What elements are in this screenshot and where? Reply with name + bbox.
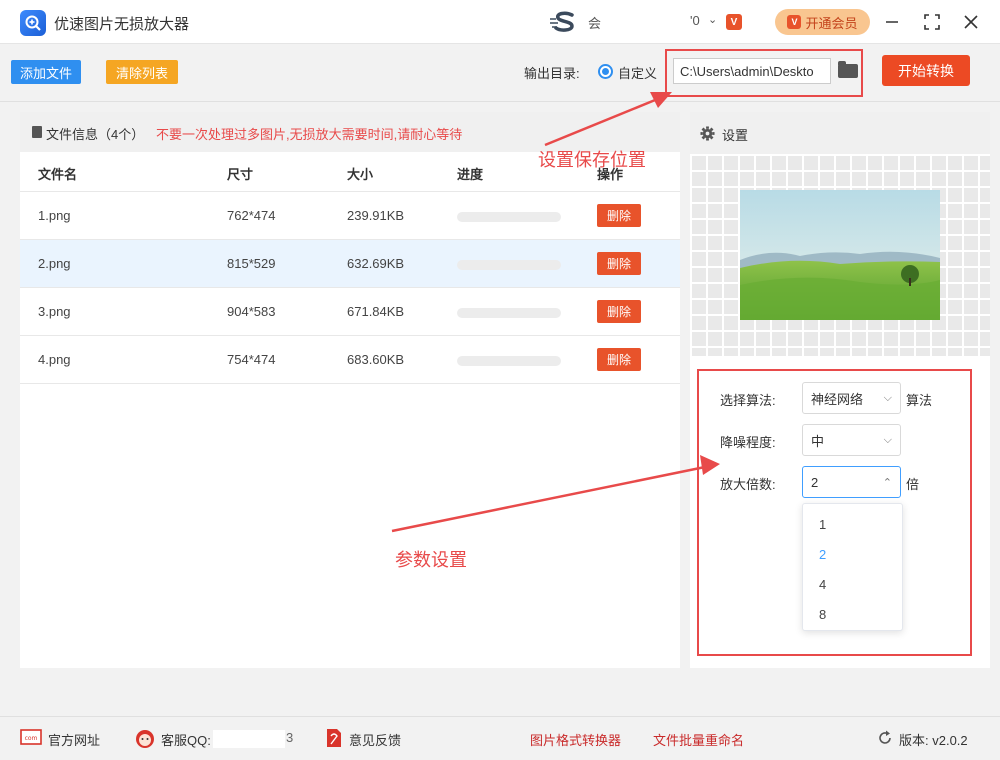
delete-button[interactable]: 删除 (597, 252, 641, 275)
file-size: 632.69KB (347, 256, 405, 271)
vip-label: 开通会员 (805, 15, 858, 31)
svg-text:com: com (25, 735, 38, 742)
algorithm-suffix: 算法 (906, 393, 933, 408)
member-status: 会 (588, 16, 602, 31)
chevron-down-icon: ⌵ (883, 433, 892, 446)
gear-icon (700, 126, 715, 141)
version-label: 版本: v2.0.2 (899, 733, 968, 748)
file-dimensions: 904*583 (227, 304, 276, 319)
col-filename: 文件名 (38, 167, 78, 182)
file-dimensions: 815*529 (227, 256, 276, 271)
app-logo-icon (20, 10, 46, 36)
params-highlight-box: 选择算法: 神经网络 ⌵ 算法 降噪程度: 中 ⌵ 放大倍数: 2 ⌃ 倍 1 … (697, 369, 972, 656)
close-icon[interactable] (959, 10, 983, 34)
minimize-icon[interactable] (880, 10, 904, 34)
delete-button[interactable]: 删除 (597, 204, 641, 227)
feedback-icon (327, 729, 341, 747)
file-name: 3.png (38, 304, 71, 319)
col-dimensions: 尺寸 (227, 167, 254, 182)
qq-redacted (213, 730, 285, 748)
file-info-warning: 不要一次处理过多图片,无损放大需要时间,请耐心等待 (156, 127, 463, 142)
app-title: 优速图片无损放大器 (54, 16, 190, 33)
settings-header: 设置 (690, 112, 990, 154)
vip-badge-icon: V (726, 14, 742, 30)
save-location-annotation: 设置保存位置 (538, 150, 646, 170)
output-dir-label: 输出目录: (524, 66, 580, 81)
progress-bar (457, 212, 561, 222)
settings-panel: 设置 选择算法: 神经网络 ⌵ 算法 降噪程度: 中 ⌵ 放大倍数: 2 ⌃ 倍… (690, 112, 990, 668)
preview-image (740, 190, 940, 320)
path-highlight-box (665, 49, 863, 97)
scale-option[interactable]: 4 (819, 577, 826, 592)
denoise-select[interactable]: 中 ⌵ (802, 424, 901, 456)
batch-rename-link[interactable]: 文件批量重命名 (653, 730, 744, 749)
bottom-bar: com 官方网址 客服QQ: 3 意见反馈 图片格式转换器 文件批量重命名 版本… (0, 716, 1000, 760)
scale-option[interactable]: 8 (819, 607, 826, 622)
open-vip-button[interactable]: V 开通会员 (775, 9, 870, 35)
custom-radio-label[interactable]: 自定义 (618, 63, 657, 82)
file-name: 2.png (38, 256, 71, 271)
format-converter-link[interactable]: 图片格式转换器 (530, 730, 621, 749)
file-name: 1.png (38, 208, 71, 223)
table-row[interactable]: 1.png 762*474 239.91KB 删除 (20, 192, 680, 240)
table-row[interactable]: 3.png 904*583 671.84KB 删除 (20, 288, 680, 336)
col-progress: 进度 (457, 167, 484, 182)
website-icon: com (20, 729, 42, 745)
maximize-icon[interactable] (920, 10, 944, 34)
vip-icon: V (787, 15, 802, 29)
feedback-link[interactable]: 意见反馈 (349, 730, 401, 749)
qq-number-tail: 3 (286, 730, 294, 745)
file-panel: 文件信息（4个） 不要一次处理过多图片,无损放大需要时间,请耐心等待 文件名 尺… (20, 112, 680, 668)
file-name: 4.png (38, 352, 71, 367)
custom-radio[interactable] (598, 64, 613, 79)
website-link[interactable]: 官方网址 (48, 730, 100, 749)
scale-suffix: 倍 (906, 477, 920, 492)
file-size: 239.91KB (347, 208, 405, 223)
scale-option-selected[interactable]: 2 (819, 547, 826, 562)
algorithm-select[interactable]: 神经网络 ⌵ (802, 382, 901, 414)
denoise-value: 中 (811, 433, 825, 449)
toolbar: 添加文件 清除列表 输出目录: 自定义 开始转换 (0, 44, 1000, 102)
scale-select[interactable]: 2 ⌃ (802, 466, 901, 498)
chevron-down-icon[interactable]: ⌄ (708, 13, 717, 26)
start-convert-button[interactable]: 开始转换 (882, 55, 970, 86)
clear-list-button[interactable]: 清除列表 (106, 60, 178, 84)
customer-service-icon (136, 730, 154, 748)
table-row[interactable]: 2.png 815*529 632.69KB 删除 (20, 240, 680, 288)
scale-value: 2 (811, 474, 819, 490)
file-size: 683.60KB (347, 352, 405, 367)
progress-bar (457, 356, 561, 366)
file-size: 671.84KB (347, 304, 405, 319)
algorithm-value: 神经网络 (811, 391, 864, 407)
brand-s-icon (550, 11, 574, 32)
progress-bar (457, 308, 561, 318)
chevron-down-icon: ⌵ (883, 391, 892, 404)
progress-bar (457, 260, 561, 270)
file-info-title: 文件信息（4个） (46, 127, 145, 142)
refresh-icon[interactable] (877, 730, 893, 746)
settings-title: 设置 (722, 128, 749, 143)
params-annotation: 参数设置 (395, 550, 467, 570)
file-dimensions: 754*474 (227, 352, 276, 367)
delete-button[interactable]: 删除 (597, 300, 641, 323)
delete-button[interactable]: 删除 (597, 348, 641, 371)
denoise-label: 降噪程度: (720, 435, 776, 450)
title-bar: 优速图片无损放大器 会 '0 ⌄ V V 开通会员 (0, 0, 1000, 44)
qq-label[interactable]: 客服QQ: (161, 730, 211, 749)
col-filesize: 大小 (347, 167, 374, 182)
algorithm-label: 选择算法: (720, 393, 776, 408)
document-icon (32, 126, 42, 138)
file-dimensions: 762*474 (227, 208, 276, 223)
user-name[interactable]: '0 (690, 13, 700, 28)
add-file-button[interactable]: 添加文件 (11, 60, 81, 84)
scale-dropdown: 1 2 4 8 (802, 503, 903, 631)
table-row[interactable]: 4.png 754*474 683.60KB 删除 (20, 336, 680, 384)
scale-label: 放大倍数: (720, 477, 776, 492)
scale-option[interactable]: 1 (819, 517, 826, 532)
chevron-up-icon: ⌃ (882, 476, 892, 489)
